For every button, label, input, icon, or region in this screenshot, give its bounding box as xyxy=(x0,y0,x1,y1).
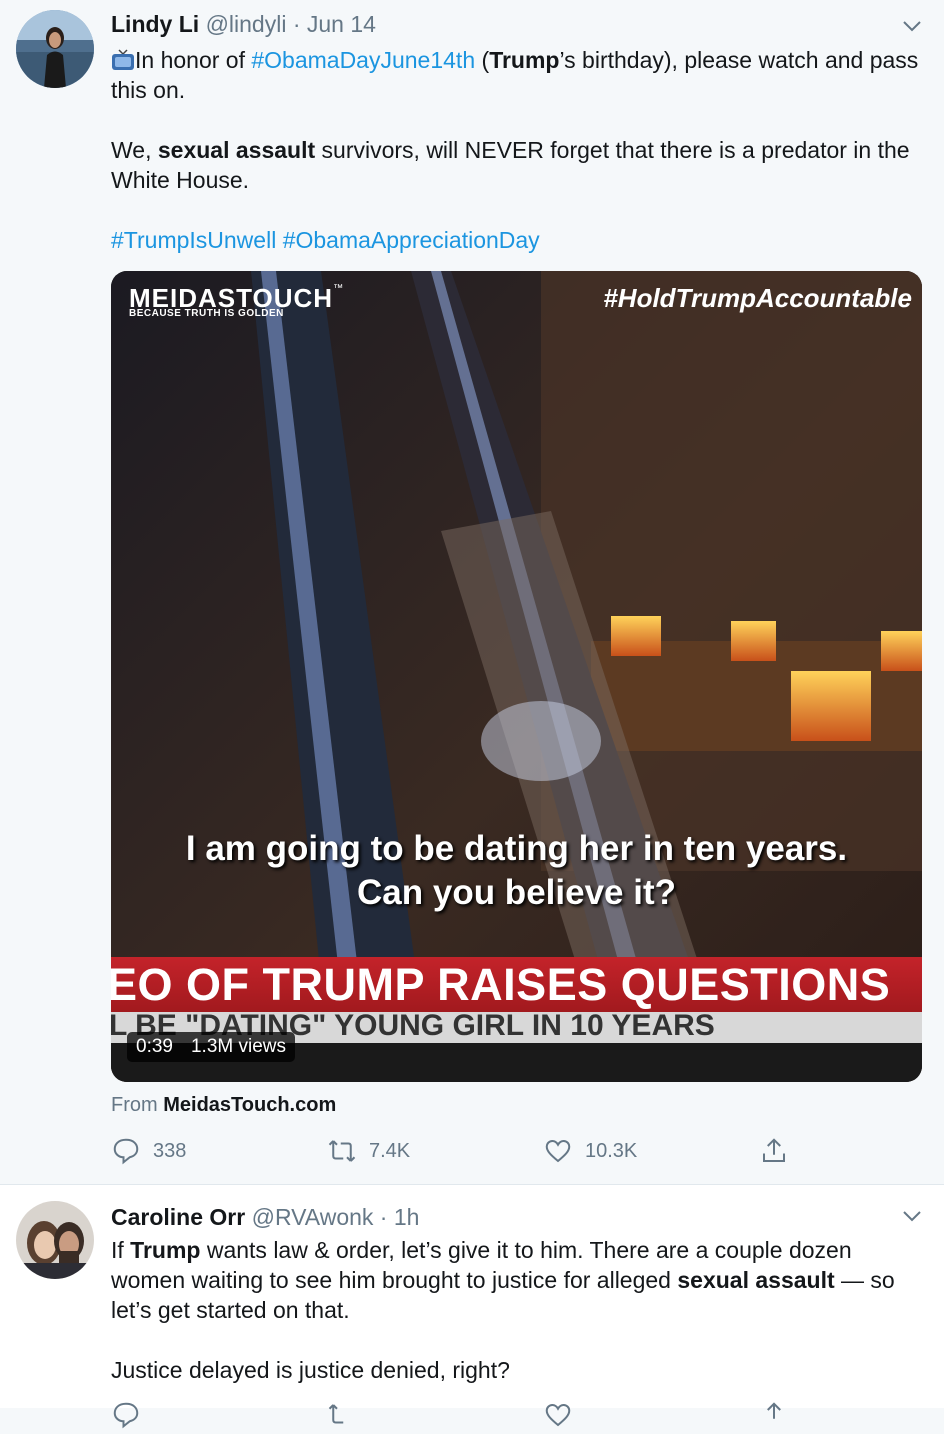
hashtag-obamadayjune14th[interactable]: #ObamaDayJune14th xyxy=(251,47,475,73)
reply-icon xyxy=(113,1138,139,1165)
video-duration: 0:39 xyxy=(136,1036,173,1057)
hashtag-trumpisunwell[interactable]: #TrumpIsUnwell xyxy=(111,227,276,253)
share-icon xyxy=(767,1402,781,1419)
share-button[interactable] xyxy=(759,1136,789,1166)
chevron-down-icon[interactable] xyxy=(900,1204,924,1228)
tweet-actions xyxy=(111,1400,811,1434)
reply-button[interactable]: 338 xyxy=(111,1136,186,1166)
tweet-lindy-li[interactable]: Lindy Li @lindyli · Jun 14 In honor of #… xyxy=(0,0,944,1185)
video-duration-badge: 0:39 1.3M views xyxy=(127,1032,296,1062)
tweet-header: Lindy Li @lindyli · Jun 14 xyxy=(111,11,376,38)
video-player[interactable]: MEIDASTOUCH™ BECAUSE TRUTH IS GOLDEN #Ho… xyxy=(111,271,922,1082)
separator: · xyxy=(292,11,301,37)
retweet-button[interactable]: 7.4K xyxy=(327,1136,410,1166)
retweet-icon xyxy=(328,1404,344,1424)
author-handle[interactable]: @lindyli xyxy=(206,11,287,37)
separator: · xyxy=(379,1204,388,1230)
avatar[interactable] xyxy=(16,10,94,88)
author-handle[interactable]: @RVAwonk xyxy=(252,1204,374,1230)
heart-icon xyxy=(545,1403,571,1427)
reply-icon xyxy=(113,1402,139,1429)
video-caption: I am going to be dating her in ten years… xyxy=(185,829,848,912)
avatar-photo xyxy=(16,1201,94,1279)
tweet-paragraph-3: #TrumpIsUnwell #ObamaAppreciationDay xyxy=(111,225,926,255)
author-name[interactable]: Caroline Orr xyxy=(111,1204,245,1230)
share-button[interactable] xyxy=(759,1400,789,1430)
heart-icon xyxy=(545,1139,571,1163)
tweet-actions: 338 7.4K 10.3K xyxy=(111,1136,811,1170)
tweet-header: Caroline Orr @RVAwonk · 1h xyxy=(111,1204,419,1231)
tweet-text: If Trump wants law & order, let’s give i… xyxy=(111,1235,926,1385)
tweet-paragraph-1: In honor of #ObamaDayJune14th (Trump’s b… xyxy=(111,47,919,103)
tweet-caroline-orr[interactable]: Caroline Orr @RVAwonk · 1h If Trump want… xyxy=(0,1185,944,1429)
chevron-down-icon[interactable] xyxy=(900,14,924,38)
tweet-text: In honor of #ObamaDayJune14th (Trump’s b… xyxy=(111,45,926,255)
like-button[interactable]: 10.3K xyxy=(543,1136,637,1166)
tweet-date[interactable]: 1h xyxy=(394,1204,420,1230)
retweet-button[interactable] xyxy=(327,1400,357,1430)
meidastouch-logo: MEIDASTOUCH™ BECAUSE TRUTH IS GOLDEN xyxy=(129,283,344,319)
author-name[interactable]: Lindy Li xyxy=(111,11,199,37)
reply-button[interactable] xyxy=(111,1400,141,1430)
tweet-paragraph-2: Justice delayed is justice denied, right… xyxy=(111,1357,510,1383)
source-attribution: From MeidasTouch.com xyxy=(111,1094,337,1116)
news-ticker-headline: EO OF TRUMP RAISES QUESTIONS xyxy=(111,959,891,1010)
share-icon xyxy=(763,1138,785,1162)
avatar[interactable] xyxy=(16,1201,94,1279)
hashtag-overlay: #HoldTrumpAccountable xyxy=(603,283,912,313)
source-link[interactable]: MeidasTouch.com xyxy=(163,1094,336,1116)
tweet-paragraph-2: We, sexual assault survivors, will NEVER… xyxy=(111,137,910,193)
hashtag-obamaappreciationday[interactable]: #ObamaAppreciationDay xyxy=(283,227,540,253)
avatar-photo xyxy=(16,10,94,88)
television-icon xyxy=(112,49,134,70)
retweet-count: 7.4K xyxy=(369,1139,411,1162)
like-button[interactable] xyxy=(543,1400,573,1430)
tweet-date[interactable]: Jun 14 xyxy=(307,11,376,37)
reply-count: 338 xyxy=(153,1139,187,1162)
like-count: 10.3K xyxy=(585,1139,638,1162)
tweet-paragraph-1: If Trump wants law & order, let’s give i… xyxy=(111,1237,895,1323)
retweet-icon xyxy=(328,1140,356,1162)
video-views: 1.3M views xyxy=(190,1036,287,1057)
